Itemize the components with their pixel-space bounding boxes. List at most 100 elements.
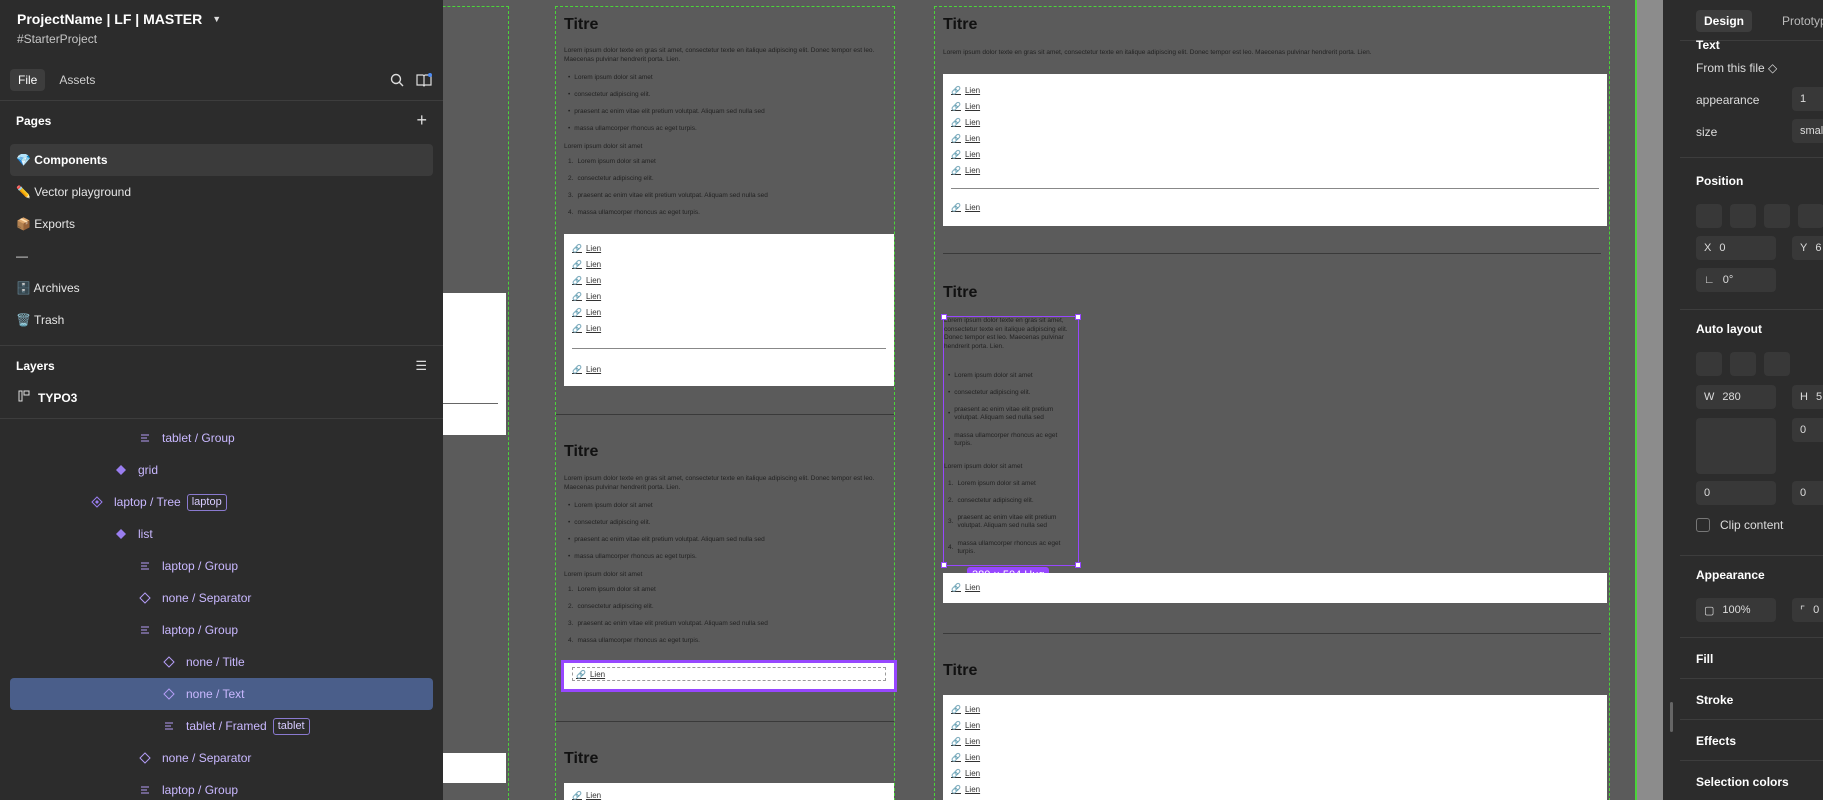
height-input[interactable]: H5 — [1792, 385, 1823, 409]
link[interactable]: 🔗 Lien — [572, 320, 886, 336]
wrap-icon[interactable] — [1696, 352, 1722, 376]
resize-handle[interactable] — [1075, 562, 1081, 568]
frame-tablet[interactable]: Titre Lorem ipsum dolor texte en gras si… — [555, 6, 897, 800]
align-left-icon[interactable] — [1696, 204, 1722, 228]
layer-label: laptop / Tree — [114, 495, 181, 509]
canvas-scrollbar[interactable] — [1663, 0, 1680, 800]
layer-row[interactable]: tablet / Framed tablet — [10, 710, 433, 742]
spacing-input[interactable]: 0 — [1792, 418, 1823, 442]
tab-design[interactable]: Design — [1696, 10, 1753, 32]
link[interactable]: 🔗 Lien — [951, 146, 1599, 162]
layer-root[interactable]: TYPO3 — [18, 390, 77, 405]
project-title-button[interactable]: ProjectName | LF | MASTER ▼ — [17, 11, 427, 27]
layer-row[interactable]: grid — [10, 454, 433, 486]
checkbox[interactable] — [1696, 518, 1710, 532]
auto-layout-icon — [138, 559, 152, 573]
layer-row[interactable]: list — [10, 518, 433, 550]
link[interactable]: 🔗 Lien — [951, 749, 1599, 765]
page-item-vector-playground[interactable]: ✏️ Vector playground — [10, 176, 433, 208]
separator — [943, 633, 1601, 634]
vertical-icon[interactable] — [1730, 352, 1756, 376]
layer-row[interactable]: laptop / Tree laptop — [10, 486, 433, 518]
page-item-trash[interactable]: 🗑️ Trash — [10, 304, 433, 336]
clip-content-checkbox[interactable]: Clip content — [1696, 518, 1783, 532]
library-icon[interactable] — [415, 71, 433, 89]
instance-icon — [138, 591, 152, 605]
layer-row[interactable]: laptop / Group — [10, 614, 433, 646]
divider — [1680, 157, 1823, 158]
x-input[interactable]: X0 — [1696, 236, 1776, 260]
page-item-components[interactable]: 💎 Components — [10, 144, 433, 176]
link[interactable]: 🔗 Lien — [951, 199, 1599, 215]
link-text: Lien — [585, 291, 602, 301]
page-item-separator[interactable]: — — [10, 240, 433, 272]
resize-handle[interactable] — [941, 314, 947, 320]
y-input[interactable]: Y6 — [1792, 236, 1823, 260]
resize-handle[interactable] — [1075, 314, 1081, 320]
align-center-icon[interactable] — [1730, 204, 1756, 228]
align-top-icon[interactable] — [1798, 204, 1823, 228]
tab-file[interactable]: File — [10, 69, 46, 91]
x-value: 0 — [1719, 242, 1726, 254]
page-item-exports[interactable]: 📦 Exports — [10, 208, 433, 240]
width-input[interactable]: W 280 — [1696, 385, 1776, 409]
link-icon: 🔗 — [572, 790, 582, 800]
link[interactable]: 🔗 Lien — [951, 98, 1599, 114]
appearance-prop-select[interactable]: 1 — [1792, 87, 1823, 111]
scrollbar-thumb[interactable] — [1670, 702, 1673, 732]
card-text: Lorem ipsum dolor sit amet — [564, 143, 643, 150]
frame-mobile[interactable] — [443, 6, 509, 800]
layer-row[interactable]: tablet / Group — [10, 422, 433, 454]
link[interactable]: 🔗 Lien — [951, 162, 1599, 178]
alignment-grid[interactable] — [1696, 418, 1776, 474]
layers-heading: Layers — [16, 359, 55, 373]
collapse-layers-icon[interactable]: ☰ — [415, 359, 427, 372]
link-icon: 🔗 — [951, 202, 961, 212]
link[interactable]: 🔗 Lien — [951, 781, 1599, 797]
layer-row[interactable]: laptop / Group — [10, 774, 433, 800]
link[interactable]: 🔗 Lien — [951, 579, 1599, 595]
auto-layout-icon — [138, 783, 152, 797]
link[interactable]: 🔗 Lien — [572, 304, 886, 320]
link[interactable]: 🔗 Lien — [572, 667, 886, 681]
selected-text-block[interactable]: Lorem ipsum dolor texte en gras sit amet… — [941, 314, 1081, 568]
link[interactable]: 🔗 Lien — [951, 130, 1599, 146]
link[interactable]: 🔗 Lien — [572, 240, 886, 256]
search-icon[interactable] — [388, 71, 406, 89]
link[interactable]: 🔗 Lien — [951, 701, 1599, 717]
layer-row-selected[interactable]: none / Text — [10, 678, 433, 710]
from-file-label[interactable]: From this file ◇ — [1696, 61, 1777, 75]
layer-row[interactable]: none / Separator — [10, 582, 433, 614]
rotation-input[interactable]: ∟ 0° — [1696, 268, 1776, 292]
link[interactable]: 🔗 Lien — [572, 272, 886, 288]
layer-row[interactable]: none / Title — [10, 646, 433, 678]
layer-row[interactable]: none / Separator — [10, 742, 433, 774]
link[interactable]: 🔗 Lien — [951, 733, 1599, 749]
link[interactable]: 🔗 Lien — [572, 361, 886, 377]
selected-link-box[interactable]: 🔗 Lien — [561, 660, 897, 692]
align-right-icon[interactable] — [1764, 204, 1790, 228]
add-page-icon[interactable]: + — [416, 111, 427, 129]
padding-vertical-input[interactable]: 0 — [1792, 481, 1823, 505]
design-canvas[interactable]: Titre Lorem ipsum dolor texte en gras si… — [443, 0, 1663, 800]
link[interactable]: 🔗 Lien — [951, 765, 1599, 781]
link[interactable]: 🔗 Lien — [572, 288, 886, 304]
link[interactable]: 🔗 Lien — [572, 787, 886, 800]
padding-horizontal-input[interactable]: 0 — [1696, 481, 1776, 505]
link[interactable]: 🔗 Lien — [951, 82, 1599, 98]
radius-input[interactable]: ⌜ 0 — [1792, 598, 1823, 622]
opacity-input[interactable]: ▢ 100% — [1696, 598, 1776, 622]
link[interactable]: 🔗 Lien — [951, 114, 1599, 130]
link-text: Lien — [964, 704, 981, 714]
tab-prototype[interactable]: Prototype — [1782, 14, 1823, 28]
resize-handle[interactable] — [941, 562, 947, 568]
size-prop-select[interactable]: small — [1792, 119, 1823, 143]
separator — [556, 414, 894, 415]
horizontal-icon[interactable] — [1764, 352, 1790, 376]
layer-row[interactable]: laptop / Group — [10, 550, 433, 582]
link[interactable]: 🔗 Lien — [951, 717, 1599, 733]
link[interactable]: 🔗 Lien — [572, 256, 886, 272]
tab-assets[interactable]: Assets — [51, 69, 103, 91]
frame-laptop[interactable]: Titre Lorem ipsum dolor texte en gras si… — [934, 6, 1610, 800]
page-item-archives[interactable]: 🗄️ Archives — [10, 272, 433, 304]
